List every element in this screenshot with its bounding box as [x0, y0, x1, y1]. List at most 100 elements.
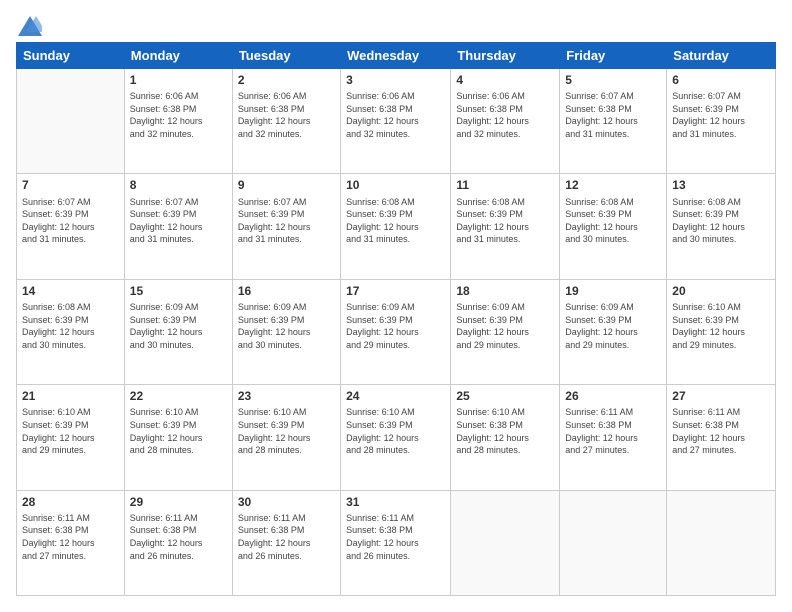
day-info: Sunrise: 6:07 AM Sunset: 6:38 PM Dayligh…	[565, 90, 661, 140]
day-number: 19	[565, 283, 661, 299]
col-header-friday: Friday	[560, 43, 667, 69]
calendar-cell	[17, 69, 125, 174]
day-number: 5	[565, 72, 661, 88]
day-number: 13	[672, 177, 770, 193]
day-info: Sunrise: 6:08 AM Sunset: 6:39 PM Dayligh…	[672, 196, 770, 246]
col-header-wednesday: Wednesday	[341, 43, 451, 69]
day-info: Sunrise: 6:09 AM Sunset: 6:39 PM Dayligh…	[565, 301, 661, 351]
calendar-cell	[667, 490, 776, 595]
day-info: Sunrise: 6:06 AM Sunset: 6:38 PM Dayligh…	[130, 90, 227, 140]
day-number: 3	[346, 72, 445, 88]
day-info: Sunrise: 6:11 AM Sunset: 6:38 PM Dayligh…	[22, 512, 119, 562]
calendar-cell: 11Sunrise: 6:08 AM Sunset: 6:39 PM Dayli…	[451, 174, 560, 279]
day-number: 25	[456, 388, 554, 404]
day-number: 9	[238, 177, 335, 193]
calendar-cell: 4Sunrise: 6:06 AM Sunset: 6:38 PM Daylig…	[451, 69, 560, 174]
calendar-week-2: 7 Sunrise: 6:07 AM Sunset: 6:39 PM Daylig…	[17, 174, 776, 279]
page: SundayMondayTuesdayWednesdayThursdayFrid…	[0, 0, 792, 612]
calendar-cell	[560, 490, 667, 595]
day-info: Sunrise: 6:08 AM Sunset: 6:39 PM Dayligh…	[22, 301, 119, 351]
calendar-cell: 21 Sunrise: 6:10 AM Sunset: 6:39 PM Dayli…	[17, 385, 125, 490]
day-number: 7	[22, 177, 119, 193]
calendar-cell: 24Sunrise: 6:10 AM Sunset: 6:39 PM Dayli…	[341, 385, 451, 490]
day-info: Sunrise: 6:09 AM Sunset: 6:39 PM Dayligh…	[456, 301, 554, 351]
calendar-week-4: 21 Sunrise: 6:10 AM Sunset: 6:39 PM Dayli…	[17, 385, 776, 490]
col-header-tuesday: Tuesday	[232, 43, 340, 69]
calendar-cell: 10 Sunrise: 6:08 AM Sunset: 6:39 PM Dayli…	[341, 174, 451, 279]
col-header-saturday: Saturday	[667, 43, 776, 69]
calendar-cell: 25 Sunrise: 6:10 AM Sunset: 6:38 PM Dayli…	[451, 385, 560, 490]
calendar-cell: 13 Sunrise: 6:08 AM Sunset: 6:39 PM Dayli…	[667, 174, 776, 279]
day-number: 8	[130, 177, 227, 193]
calendar-cell: 20Sunrise: 6:10 AM Sunset: 6:39 PM Dayli…	[667, 279, 776, 384]
day-number: 12	[565, 177, 661, 193]
day-info: Sunrise: 6:11 AM Sunset: 6:38 PM Dayligh…	[346, 512, 445, 562]
day-number: 10	[346, 177, 445, 193]
calendar-cell: 27 Sunrise: 6:11 AM Sunset: 6:38 PM Dayli…	[667, 385, 776, 490]
calendar-week-1: 1Sunrise: 6:06 AM Sunset: 6:38 PM Daylig…	[17, 69, 776, 174]
calendar-cell: 9Sunrise: 6:07 AM Sunset: 6:39 PM Daylig…	[232, 174, 340, 279]
day-number: 23	[238, 388, 335, 404]
day-number: 21	[22, 388, 119, 404]
calendar-cell	[451, 490, 560, 595]
calendar-table: SundayMondayTuesdayWednesdayThursdayFrid…	[16, 42, 776, 596]
col-header-thursday: Thursday	[451, 43, 560, 69]
calendar-week-3: 14Sunrise: 6:08 AM Sunset: 6:39 PM Dayli…	[17, 279, 776, 384]
calendar-cell: 7 Sunrise: 6:07 AM Sunset: 6:39 PM Daylig…	[17, 174, 125, 279]
day-info: Sunrise: 6:10 AM Sunset: 6:39 PM Dayligh…	[130, 406, 227, 456]
header	[16, 16, 776, 32]
day-info: Sunrise: 6:06 AM Sunset: 6:38 PM Dayligh…	[238, 90, 335, 140]
day-number: 20	[672, 283, 770, 299]
calendar-cell: 5 Sunrise: 6:07 AM Sunset: 6:38 PM Daylig…	[560, 69, 667, 174]
day-info: Sunrise: 6:11 AM Sunset: 6:38 PM Dayligh…	[130, 512, 227, 562]
calendar-cell: 22 Sunrise: 6:10 AM Sunset: 6:39 PM Dayli…	[124, 385, 232, 490]
calendar-cell: 26 Sunrise: 6:11 AM Sunset: 6:38 PM Dayli…	[560, 385, 667, 490]
day-info: Sunrise: 6:07 AM Sunset: 6:39 PM Dayligh…	[22, 196, 119, 246]
day-number: 29	[130, 494, 227, 510]
calendar-cell: 1Sunrise: 6:06 AM Sunset: 6:38 PM Daylig…	[124, 69, 232, 174]
calendar-cell: 18 Sunrise: 6:09 AM Sunset: 6:39 PM Dayli…	[451, 279, 560, 384]
day-info: Sunrise: 6:10 AM Sunset: 6:38 PM Dayligh…	[456, 406, 554, 456]
calendar-header-row: SundayMondayTuesdayWednesdayThursdayFrid…	[17, 43, 776, 69]
day-number: 22	[130, 388, 227, 404]
col-header-monday: Monday	[124, 43, 232, 69]
day-info: Sunrise: 6:07 AM Sunset: 6:39 PM Dayligh…	[130, 196, 227, 246]
logo-icon	[18, 16, 42, 36]
day-number: 27	[672, 388, 770, 404]
day-info: Sunrise: 6:08 AM Sunset: 6:39 PM Dayligh…	[346, 196, 445, 246]
day-info: Sunrise: 6:11 AM Sunset: 6:38 PM Dayligh…	[672, 406, 770, 456]
day-info: Sunrise: 6:10 AM Sunset: 6:39 PM Dayligh…	[238, 406, 335, 456]
col-header-sunday: Sunday	[17, 43, 125, 69]
calendar-cell: 28 Sunrise: 6:11 AM Sunset: 6:38 PM Dayli…	[17, 490, 125, 595]
day-info: Sunrise: 6:08 AM Sunset: 6:39 PM Dayligh…	[565, 196, 661, 246]
day-info: Sunrise: 6:09 AM Sunset: 6:39 PM Dayligh…	[238, 301, 335, 351]
calendar-cell: 31 Sunrise: 6:11 AM Sunset: 6:38 PM Dayli…	[341, 490, 451, 595]
day-info: Sunrise: 6:11 AM Sunset: 6:38 PM Dayligh…	[565, 406, 661, 456]
logo	[16, 16, 42, 32]
calendar-cell: 19 Sunrise: 6:09 AM Sunset: 6:39 PM Dayli…	[560, 279, 667, 384]
day-number: 18	[456, 283, 554, 299]
calendar-cell: 23 Sunrise: 6:10 AM Sunset: 6:39 PM Dayli…	[232, 385, 340, 490]
day-number: 2	[238, 72, 335, 88]
calendar-week-5: 28 Sunrise: 6:11 AM Sunset: 6:38 PM Dayli…	[17, 490, 776, 595]
calendar-cell: 16 Sunrise: 6:09 AM Sunset: 6:39 PM Dayli…	[232, 279, 340, 384]
day-info: Sunrise: 6:09 AM Sunset: 6:39 PM Dayligh…	[346, 301, 445, 351]
day-info: Sunrise: 6:09 AM Sunset: 6:39 PM Dayligh…	[130, 301, 227, 351]
calendar-cell: 29 Sunrise: 6:11 AM Sunset: 6:38 PM Dayli…	[124, 490, 232, 595]
calendar-cell: 12 Sunrise: 6:08 AM Sunset: 6:39 PM Dayli…	[560, 174, 667, 279]
day-info: Sunrise: 6:10 AM Sunset: 6:39 PM Dayligh…	[22, 406, 119, 456]
day-info: Sunrise: 6:06 AM Sunset: 6:38 PM Dayligh…	[346, 90, 445, 140]
day-number: 28	[22, 494, 119, 510]
day-number: 11	[456, 177, 554, 193]
day-number: 17	[346, 283, 445, 299]
calendar-cell: 8 Sunrise: 6:07 AM Sunset: 6:39 PM Daylig…	[124, 174, 232, 279]
day-number: 26	[565, 388, 661, 404]
day-info: Sunrise: 6:07 AM Sunset: 6:39 PM Dayligh…	[672, 90, 770, 140]
day-info: Sunrise: 6:11 AM Sunset: 6:38 PM Dayligh…	[238, 512, 335, 562]
day-info: Sunrise: 6:10 AM Sunset: 6:39 PM Dayligh…	[346, 406, 445, 456]
day-number: 31	[346, 494, 445, 510]
day-number: 16	[238, 283, 335, 299]
calendar-cell: 14Sunrise: 6:08 AM Sunset: 6:39 PM Dayli…	[17, 279, 125, 384]
day-number: 15	[130, 283, 227, 299]
day-info: Sunrise: 6:06 AM Sunset: 6:38 PM Dayligh…	[456, 90, 554, 140]
